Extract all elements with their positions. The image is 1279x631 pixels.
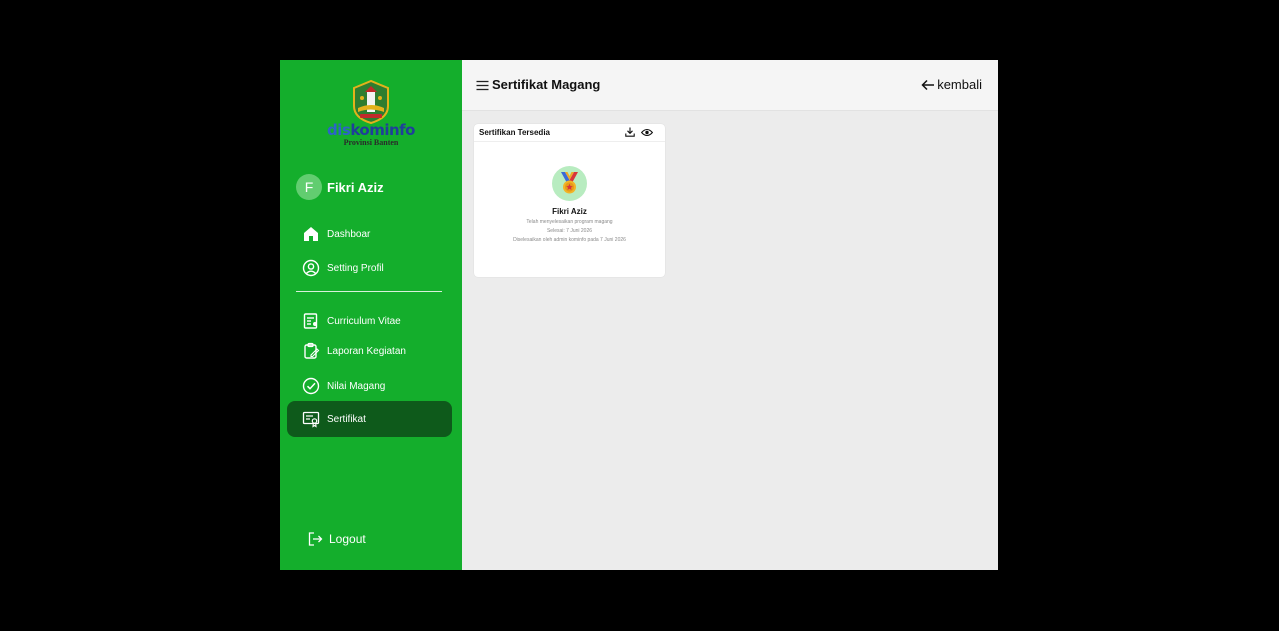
certificate-description: Telah menyelesaikan program magang xyxy=(526,219,613,225)
hamburger-menu-icon[interactable] xyxy=(476,79,489,92)
sidebar-item-label: Setting Profil xyxy=(327,262,384,274)
user-name: Fikri Aziz xyxy=(327,179,384,195)
avatar: F xyxy=(296,174,322,200)
back-button[interactable]: kembali xyxy=(921,77,982,92)
home-icon xyxy=(304,227,318,241)
sidebar-item-laporan-kegiatan[interactable]: Laporan Kegiatan xyxy=(287,334,452,368)
sidebar-item-sertifikat[interactable]: Sertifikat xyxy=(287,401,452,437)
medal-badge xyxy=(552,166,587,201)
sidebar-item-dashboard[interactable]: Dashboar xyxy=(287,217,452,251)
page-title: Sertifikat Magang xyxy=(492,77,601,92)
logout-button[interactable]: Logout xyxy=(307,531,366,547)
eye-icon[interactable] xyxy=(641,128,653,137)
certificate-verified-by: Diselesaikan oleh admin kominfo pada 7 J… xyxy=(513,237,626,243)
sidebar-divider xyxy=(296,291,442,292)
sidebar: diskominfo Provinsi Banten F Fikri Aziz … xyxy=(280,60,462,570)
certificate-completion-date: Selesai: 7 Juni 2026 xyxy=(546,228,593,234)
sidebar-item-setting-profil[interactable]: Setting Profil xyxy=(287,251,452,285)
sidebar-item-label: Laporan Kegiatan xyxy=(327,345,406,357)
banten-crest-icon xyxy=(353,79,389,124)
user-profile: F Fikri Aziz xyxy=(296,174,384,200)
card-title: Sertifikan Tersedia xyxy=(479,128,550,137)
certificate-icon xyxy=(302,411,320,428)
logo-subtitle: Provinsi Banten xyxy=(343,138,399,147)
back-label: kembali xyxy=(937,77,982,92)
page-header: Sertifikat Magang kembali xyxy=(462,60,998,111)
medal-icon xyxy=(561,172,578,194)
diskominfo-logo: diskominfo Provinsi Banten xyxy=(324,76,418,148)
sidebar-item-nilai-magang[interactable]: Nilai Magang xyxy=(287,369,452,403)
card-header: Sertifikan Tersedia xyxy=(474,124,665,142)
sidebar-item-curriculum-vitae[interactable]: Curriculum Vitae xyxy=(287,304,452,338)
sidebar-item-label: Curriculum Vitae xyxy=(327,315,401,327)
document-icon xyxy=(303,313,318,329)
sidebar-item-label: Nilai Magang xyxy=(327,380,386,392)
logout-label: Logout xyxy=(329,532,366,546)
app-window: diskominfo Provinsi Banten F Fikri Aziz … xyxy=(280,60,998,570)
user-circle-icon xyxy=(302,259,320,277)
check-circle-icon xyxy=(302,377,320,395)
certificate-recipient-name: Fikri Aziz xyxy=(552,207,587,216)
certificate-card: Sertifikan Tersedia Fikri Aziz Telah men… xyxy=(474,124,665,277)
sidebar-item-label: Dashboar xyxy=(327,228,371,240)
sidebar-item-label: Sertifikat xyxy=(327,413,366,425)
download-icon[interactable] xyxy=(625,127,635,137)
arrow-left-icon xyxy=(921,79,935,90)
logo-text: diskominfo xyxy=(327,121,415,139)
logout-icon xyxy=(308,532,323,546)
clipboard-icon xyxy=(304,342,320,359)
